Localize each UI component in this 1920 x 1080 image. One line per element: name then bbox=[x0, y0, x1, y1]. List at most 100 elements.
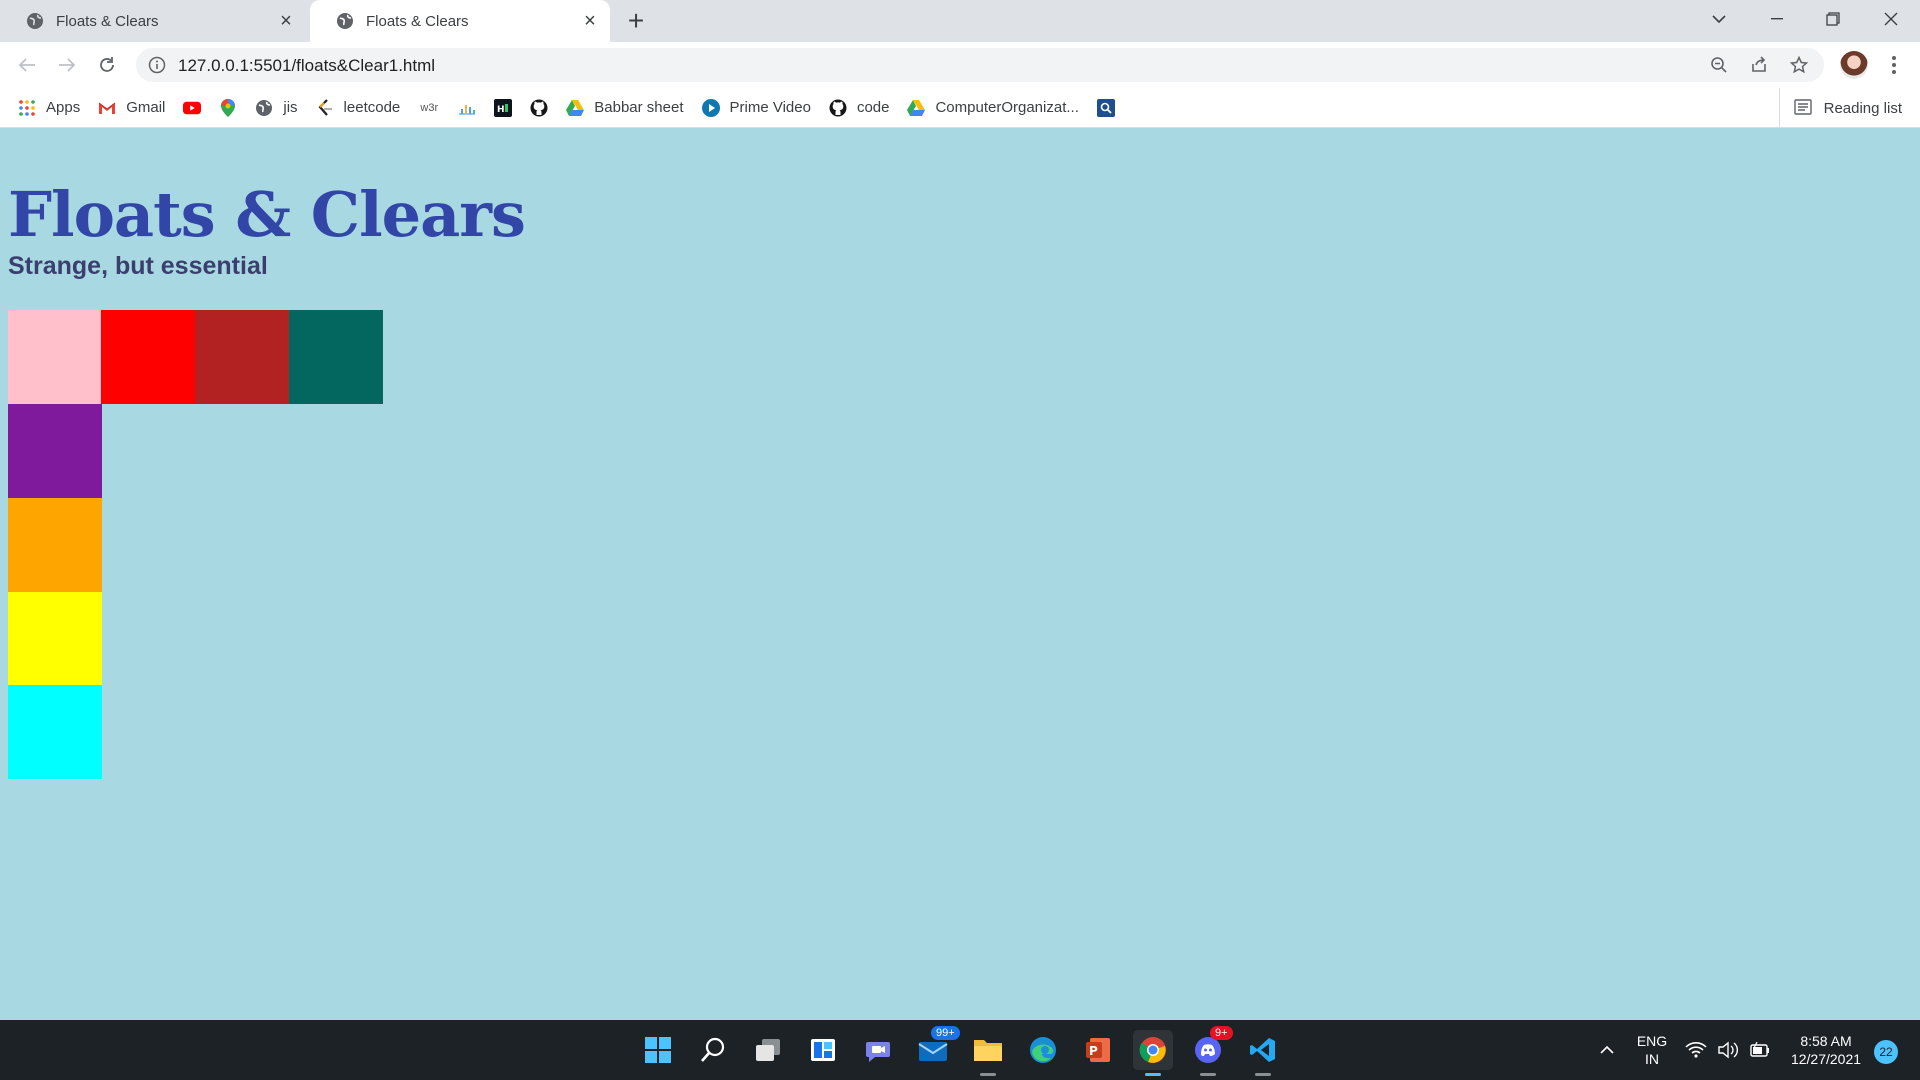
color-box-pink bbox=[8, 310, 102, 404]
discord-icon[interactable]: 9+ bbox=[1188, 1026, 1233, 1076]
svg-text:P: P bbox=[1089, 1044, 1098, 1058]
bookmark-chart[interactable] bbox=[458, 99, 476, 117]
globe-icon bbox=[336, 12, 354, 30]
running-indicator bbox=[1255, 1073, 1271, 1076]
google-drive-icon bbox=[907, 99, 926, 117]
close-icon[interactable]: × bbox=[274, 9, 298, 33]
discord-badge: 9+ bbox=[1210, 1026, 1233, 1040]
reload-button[interactable] bbox=[92, 50, 122, 80]
close-window-button[interactable] bbox=[1862, 0, 1920, 38]
page-viewport: Floats & Clears Strange, but essential bbox=[0, 128, 1920, 1020]
color-box-firebrick bbox=[195, 310, 289, 404]
github-icon bbox=[829, 99, 847, 117]
tab-search-icon[interactable] bbox=[1690, 0, 1748, 38]
task-view-icon[interactable] bbox=[748, 1030, 788, 1070]
youtube-icon bbox=[183, 99, 202, 117]
mail-icon[interactable]: 99+ bbox=[913, 1026, 960, 1070]
bookmark-github[interactable] bbox=[530, 99, 548, 117]
search-icon[interactable] bbox=[693, 1030, 733, 1070]
bookmark-label: leetcode bbox=[343, 99, 401, 116]
chevron-up-icon[interactable] bbox=[1590, 1030, 1624, 1070]
running-indicator bbox=[980, 1073, 996, 1076]
site-info-icon[interactable] bbox=[148, 56, 166, 74]
language-code: ENG bbox=[1636, 1033, 1668, 1049]
active-indicator bbox=[1145, 1073, 1161, 1076]
menu-icon[interactable] bbox=[1882, 52, 1906, 78]
bookmark-maps[interactable] bbox=[219, 98, 237, 117]
bookmark-babbar-sheet[interactable]: Babbar sheet bbox=[566, 99, 684, 117]
close-icon[interactable]: × bbox=[578, 9, 602, 33]
windows-taskbar: 99+ P 9+ ENG IN 8:58 AM 12/27/2021 bbox=[0, 1020, 1920, 1080]
browser-tab[interactable]: Floats & Clears × bbox=[0, 0, 306, 42]
forward-button[interactable] bbox=[52, 50, 82, 80]
bookmark-w3schools[interactable]: w3r bbox=[418, 99, 440, 117]
globe-icon bbox=[255, 99, 273, 117]
chart-icon bbox=[458, 99, 476, 117]
bookmark-label: Gmail bbox=[126, 99, 166, 116]
prime-video-icon bbox=[701, 98, 720, 117]
reading-list-icon bbox=[1793, 99, 1812, 117]
minimize-button[interactable] bbox=[1748, 0, 1806, 38]
clock-time: 8:58 AM bbox=[1800, 1033, 1852, 1049]
widgets-icon[interactable] bbox=[803, 1030, 843, 1070]
bookmark-prime-video[interactable]: Prime Video bbox=[701, 98, 811, 117]
bookmark-leetcode[interactable]: leetcode bbox=[316, 98, 401, 117]
new-tab-button[interactable]: + bbox=[622, 7, 650, 36]
bookmark-gmail[interactable]: Gmail bbox=[98, 99, 165, 117]
bookmark-youtube[interactable] bbox=[183, 99, 202, 117]
edge-icon[interactable] bbox=[1023, 1030, 1063, 1070]
w3schools-icon: w3r bbox=[420, 101, 439, 114]
bookmark-label: Babbar sheet bbox=[594, 99, 684, 116]
bookmark-label: Prime Video bbox=[729, 99, 811, 116]
notification-count-badge[interactable]: 22 bbox=[1874, 1040, 1898, 1064]
svg-text:H: H bbox=[497, 105, 505, 115]
color-box-yellow bbox=[8, 592, 102, 686]
clock-date: 12/27/2021 bbox=[1790, 1051, 1862, 1067]
bookmark-jis[interactable]: jis bbox=[255, 99, 298, 117]
bookmark-label: code bbox=[856, 99, 890, 116]
file-explorer-icon[interactable] bbox=[968, 1030, 1008, 1076]
chrome-icon[interactable] bbox=[1133, 1030, 1173, 1076]
page-subtitle: Strange, but essential bbox=[8, 252, 268, 280]
profile-avatar[interactable] bbox=[1840, 51, 1868, 79]
share-icon[interactable] bbox=[1748, 54, 1770, 76]
bookmark-code[interactable]: code bbox=[829, 99, 890, 117]
leetcode-icon bbox=[316, 98, 334, 117]
wifi-icon[interactable] bbox=[1682, 1030, 1710, 1070]
bookmark-search[interactable] bbox=[1096, 98, 1115, 117]
github-icon bbox=[530, 99, 548, 117]
url-text[interactable]: 127.0.0.1:5501/floats&Clear1.html bbox=[178, 56, 435, 76]
browser-toolbar: 127.0.0.1:5501/floats&Clear1.html bbox=[0, 42, 1920, 88]
start-button[interactable] bbox=[638, 1030, 678, 1070]
powerpoint-icon[interactable]: P bbox=[1078, 1030, 1118, 1070]
color-box-red bbox=[101, 310, 195, 404]
back-button[interactable] bbox=[12, 50, 42, 80]
bookmarks-bar: Apps Gmail jis leetcode w3r H Babbar she… bbox=[0, 88, 1920, 128]
tab-title: Floats & Clears bbox=[366, 12, 469, 30]
teams-chat-icon[interactable] bbox=[858, 1030, 898, 1070]
tab-title: Floats & Clears bbox=[56, 12, 159, 30]
bookmark-label: jis bbox=[283, 99, 298, 116]
input-language[interactable]: ENG IN bbox=[1628, 1032, 1676, 1068]
bookmark-label: ComputerOrganizat... bbox=[935, 99, 1079, 116]
battery-icon[interactable] bbox=[1746, 1030, 1774, 1070]
search-box-icon bbox=[1096, 98, 1115, 117]
maps-pin-icon bbox=[219, 98, 237, 117]
reading-list[interactable]: Reading list bbox=[1778, 88, 1902, 128]
clock[interactable]: 8:58 AM 12/27/2021 bbox=[1780, 1032, 1872, 1068]
address-bar[interactable]: 127.0.0.1:5501/floats&Clear1.html bbox=[136, 48, 1824, 82]
running-indicator bbox=[1200, 1073, 1216, 1076]
volume-icon[interactable] bbox=[1714, 1030, 1742, 1070]
restore-button[interactable] bbox=[1804, 0, 1862, 38]
color-box-teal bbox=[289, 310, 383, 404]
page-title: Floats & Clears bbox=[8, 178, 526, 251]
bookmark-computer-organization[interactable]: ComputerOrganizat... bbox=[907, 99, 1079, 117]
reading-list-label: Reading list bbox=[1823, 99, 1902, 117]
browser-tab-active[interactable]: Floats & Clears × bbox=[310, 0, 610, 42]
zoom-icon[interactable] bbox=[1708, 54, 1730, 76]
vscode-icon[interactable] bbox=[1243, 1030, 1283, 1076]
bookmark-star-icon[interactable] bbox=[1788, 54, 1810, 76]
tab-strip: Floats & Clears × Floats & Clears × + bbox=[0, 0, 1920, 42]
bookmark-hackerrank[interactable]: H bbox=[494, 98, 513, 117]
bookmark-apps[interactable]: Apps bbox=[18, 99, 80, 117]
